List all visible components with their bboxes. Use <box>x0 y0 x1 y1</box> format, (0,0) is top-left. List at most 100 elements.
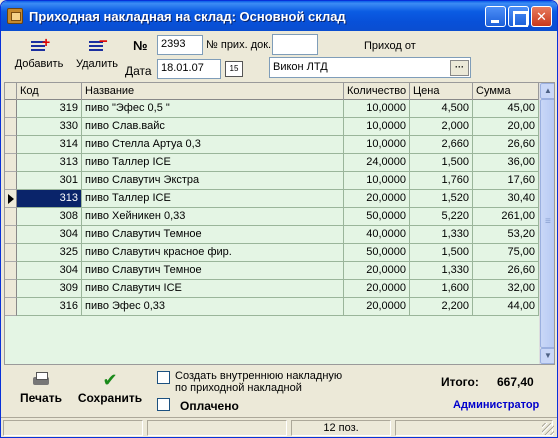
row-indicator[interactable] <box>5 298 17 316</box>
current-row-indicator-icon[interactable] <box>5 190 17 208</box>
resize-grip-icon[interactable] <box>542 423 554 435</box>
scroll-up-icon[interactable]: ▲ <box>540 83 554 99</box>
cell-code[interactable]: 301 <box>17 172 82 190</box>
cell-price[interactable]: 1,600 <box>410 280 473 298</box>
supplier-lookup-button[interactable]: ··· <box>450 60 469 76</box>
create-internal-invoice-checkbox[interactable] <box>157 371 170 384</box>
cell-sum[interactable]: 26,60 <box>473 262 539 280</box>
cell-quantity[interactable]: 10,0000 <box>344 100 410 118</box>
items-grid[interactable]: Код Название Количество Цена Сумма 319 пи… <box>4 82 555 365</box>
cell-price[interactable]: 5,220 <box>410 208 473 226</box>
row-indicator[interactable] <box>5 100 17 118</box>
cell-quantity[interactable]: 24,0000 <box>344 154 410 172</box>
cell-name[interactable]: пиво Таллер ICE <box>82 190 344 208</box>
invoice-number-field[interactable]: 2393 <box>157 35 203 55</box>
cell-sum[interactable]: 26,60 <box>473 136 539 154</box>
row-indicator[interactable] <box>5 226 17 244</box>
cell-code[interactable]: 316 <box>17 298 82 316</box>
cell-quantity[interactable]: 50,0000 <box>344 244 410 262</box>
cell-price[interactable]: 2,200 <box>410 298 473 316</box>
row-indicator[interactable] <box>5 172 17 190</box>
title-bar[interactable]: Приходная накладная на склад: Основной с… <box>1 1 557 31</box>
minimize-button[interactable] <box>485 6 506 27</box>
calendar-icon[interactable]: 15 <box>225 61 243 77</box>
cell-sum[interactable]: 261,00 <box>473 208 539 226</box>
row-indicator[interactable] <box>5 262 17 280</box>
row-indicator[interactable] <box>5 118 17 136</box>
cell-sum[interactable]: 17,60 <box>473 172 539 190</box>
cell-code[interactable]: 330 <box>17 118 82 136</box>
cell-sum[interactable]: 36,00 <box>473 154 539 172</box>
cell-code[interactable]: 314 <box>17 136 82 154</box>
cell-quantity[interactable]: 20,0000 <box>344 280 410 298</box>
row-indicator[interactable] <box>5 280 17 298</box>
cell-price[interactable]: 2,000 <box>410 118 473 136</box>
cell-sum[interactable]: 44,00 <box>473 298 539 316</box>
cell-sum[interactable]: 53,20 <box>473 226 539 244</box>
paid-checkbox[interactable] <box>157 398 170 411</box>
scroll-down-icon[interactable]: ▼ <box>540 348 554 364</box>
cell-code[interactable]: 313 <box>17 154 82 172</box>
cell-sum[interactable]: 45,00 <box>473 100 539 118</box>
cell-quantity[interactable]: 20,0000 <box>344 190 410 208</box>
cell-price[interactable]: 1,760 <box>410 172 473 190</box>
cell-name[interactable]: пиво Хейникен 0,33 <box>82 208 344 226</box>
table-row[interactable]: 314 пиво Стелла Артуа 0,3 10,0000 2,660 26,6… <box>5 136 539 154</box>
row-indicator[interactable] <box>5 244 17 262</box>
column-header-quantity[interactable]: Количество <box>344 83 410 100</box>
incoming-doc-field[interactable] <box>272 34 318 55</box>
cell-price[interactable]: 4,500 <box>410 100 473 118</box>
cell-name[interactable]: пиво Славутич ICE <box>82 280 344 298</box>
add-row-button[interactable]: Добавить <box>11 34 67 78</box>
table-row[interactable]: 330 пиво Слав.вайс 10,0000 2,000 20,00 <box>5 118 539 136</box>
cell-quantity[interactable]: 40,0000 <box>344 226 410 244</box>
table-row[interactable]: 308 пиво Хейникен 0,33 50,0000 5,220 261,00 <box>5 208 539 226</box>
table-row[interactable]: 316 пиво Эфес 0,33 20,0000 2,200 44,00 <box>5 298 539 316</box>
cell-code[interactable]: 304 <box>17 262 82 280</box>
cell-price[interactable]: 1,520 <box>410 190 473 208</box>
cell-code[interactable]: 304 <box>17 226 82 244</box>
cell-sum[interactable]: 20,00 <box>473 118 539 136</box>
table-row[interactable]: 313 пиво Таллер ICE 20,0000 1,520 30,40 <box>5 190 539 208</box>
close-button[interactable] <box>531 6 552 27</box>
scroll-thumb[interactable] <box>540 99 554 348</box>
cell-quantity[interactable]: 10,0000 <box>344 172 410 190</box>
table-row[interactable]: 313 пиво Таллер ICE 24,0000 1,500 36,00 <box>5 154 539 172</box>
delete-row-button[interactable]: Удалить <box>69 33 125 78</box>
table-row[interactable]: 304 пиво Славутич Темное 20,0000 1,330 26,60 <box>5 262 539 280</box>
cell-quantity[interactable]: 50,0000 <box>344 208 410 226</box>
cell-code[interactable]: 309 <box>17 280 82 298</box>
cell-name[interactable]: пиво Эфес 0,33 <box>82 298 344 316</box>
cell-quantity[interactable]: 20,0000 <box>344 298 410 316</box>
vertical-scrollbar[interactable]: ▲ ▼ <box>539 83 554 364</box>
cell-price[interactable]: 1,330 <box>410 226 473 244</box>
row-indicator[interactable] <box>5 136 17 154</box>
cell-price[interactable]: 1,500 <box>410 244 473 262</box>
cell-name[interactable]: пиво Стелла Артуа 0,3 <box>82 136 344 154</box>
column-header-sum[interactable]: Сумма <box>473 83 539 100</box>
column-header-code[interactable]: Код <box>17 83 82 100</box>
table-row[interactable]: 325 пиво Славутич красное фир. 50,0000 1,50… <box>5 244 539 262</box>
table-row[interactable]: 301 пиво Славутич Экстра 10,0000 1,760 17,60 <box>5 172 539 190</box>
table-row[interactable]: 309 пиво Славутич ICE 20,0000 1,600 32,00 <box>5 280 539 298</box>
cell-name[interactable]: пиво Таллер ICE <box>82 154 344 172</box>
save-button[interactable]: ✔ Сохранить <box>77 371 143 405</box>
cell-price[interactable]: 2,660 <box>410 136 473 154</box>
row-indicator[interactable] <box>5 154 17 172</box>
cell-sum[interactable]: 30,40 <box>473 190 539 208</box>
cell-quantity[interactable]: 20,0000 <box>344 262 410 280</box>
print-button[interactable]: Печать <box>19 371 63 405</box>
cell-sum[interactable]: 75,00 <box>473 244 539 262</box>
cell-name[interactable]: пиво Слав.вайс <box>82 118 344 136</box>
cell-name[interactable]: пиво Славутич красное фир. <box>82 244 344 262</box>
cell-name[interactable]: пиво Славутич Экстра <box>82 172 344 190</box>
supplier-field[interactable]: Викон ЛТД <box>269 57 471 78</box>
column-header-name[interactable]: Название <box>82 83 344 100</box>
table-row[interactable]: 304 пиво Славутич Темное 40,0000 1,330 53,20 <box>5 226 539 244</box>
cell-price[interactable]: 1,500 <box>410 154 473 172</box>
cell-sum[interactable]: 32,00 <box>473 280 539 298</box>
cell-quantity[interactable]: 10,0000 <box>344 118 410 136</box>
cell-code[interactable]: 308 <box>17 208 82 226</box>
table-row[interactable]: 319 пиво "Эфес 0,5 " 10,0000 4,500 45,00 <box>5 100 539 118</box>
column-header-price[interactable]: Цена <box>410 83 473 100</box>
